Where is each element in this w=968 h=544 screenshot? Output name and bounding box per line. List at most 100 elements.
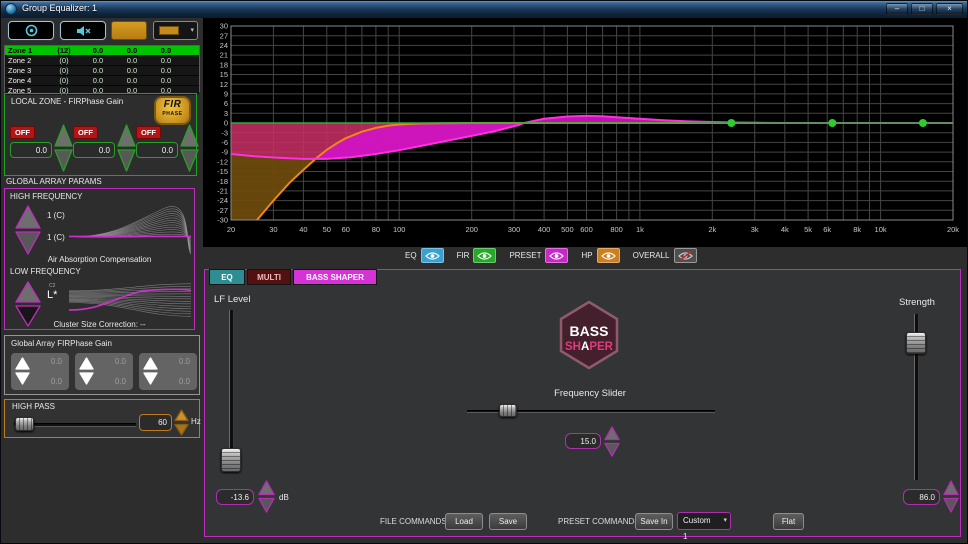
firphase-gain-box[interactable]: 0.0 0.0 <box>75 353 133 390</box>
hp-frequency-field[interactable]: 60 <box>139 414 172 431</box>
zone-count: (12) <box>47 46 81 55</box>
gain-spinner[interactable] <box>143 357 158 385</box>
lf-level-spinner[interactable] <box>258 480 275 513</box>
firphase-gain-box[interactable]: 0.0 0.0 <box>11 353 69 390</box>
gain-spinner[interactable] <box>79 357 94 385</box>
eq-visibility-button[interactable] <box>421 248 444 263</box>
frequency-slider-handle[interactable] <box>499 404 517 417</box>
badge-text: PHASE <box>156 111 189 117</box>
zone-name: Zone 2 <box>5 56 47 65</box>
firphase-gain-box[interactable]: 0.0 0.0 <box>139 353 197 390</box>
zone-value: 0.0 <box>149 66 183 75</box>
gain-top: 0.0 <box>179 357 190 366</box>
off-button[interactable]: OFF <box>10 126 35 139</box>
flat-button[interactable]: Flat <box>773 513 804 530</box>
zone-value: 0.0 <box>115 66 149 75</box>
toggle-label: EQ <box>405 251 417 260</box>
gain-value-field[interactable]: 0.0 <box>73 142 115 158</box>
gain-top: 0.0 <box>51 357 62 366</box>
svg-text:21: 21 <box>220 51 228 60</box>
preset-visibility-button[interactable] <box>545 248 568 263</box>
hf-caption: Air Absorption Compensation <box>5 255 194 264</box>
frequency-spinner[interactable] <box>604 426 620 457</box>
toggle-eq: EQ <box>405 248 444 263</box>
hp-spinner[interactable] <box>174 409 189 436</box>
standby-button[interactable] <box>8 21 54 40</box>
zone-row[interactable]: Zone 2 (0) 0.0 0.0 0.0 <box>5 55 199 65</box>
gain-spinner[interactable] <box>117 124 136 172</box>
svg-text:27: 27 <box>220 31 228 40</box>
gain-spinner[interactable] <box>180 124 199 172</box>
strength-handle[interactable] <box>906 332 926 354</box>
eye-icon <box>477 251 492 261</box>
zone-row[interactable]: Zone 4 (0) 0.0 0.0 0.0 <box>5 75 199 85</box>
toggle-preset: PRESET <box>509 248 568 263</box>
eq-curve-plot[interactable]: -30-27-24-21-18-15-12-9-6-30369121518212… <box>203 18 967 247</box>
gain-spinner[interactable] <box>54 124 73 172</box>
zone-value: 0.0 <box>81 46 115 55</box>
hp-slider-handle[interactable] <box>15 417 34 431</box>
svg-text:200: 200 <box>465 225 478 234</box>
record-circle-icon <box>25 24 38 37</box>
frequency-response-graph[interactable]: -30-27-24-21-18-15-12-9-6-30369121518212… <box>203 18 967 247</box>
titlebar[interactable]: Group Equalizer: 1 – □ × <box>1 1 968 18</box>
off-button[interactable]: OFF <box>136 126 161 139</box>
global-array-header: GLOBAL ARRAY PARAMS <box>6 177 102 186</box>
preset-select[interactable]: Custom 1 ▾ <box>677 512 731 530</box>
maximize-button[interactable]: □ <box>911 3 933 15</box>
lf-level-field[interactable]: -13.6 <box>216 489 254 505</box>
off-button[interactable]: OFF <box>73 126 98 139</box>
zone-name: Zone 1 <box>5 46 47 55</box>
close-button[interactable]: × <box>936 3 963 15</box>
gain-spinner[interactable] <box>15 357 30 385</box>
zone-value: 0.0 <box>149 46 183 55</box>
zone-color-button[interactable] <box>111 21 147 40</box>
hp-unit: Hz <box>191 417 201 426</box>
svg-text:20k: 20k <box>947 225 959 234</box>
save-in-button[interactable]: Save In <box>635 513 673 530</box>
frequency-field[interactable]: 15.0 <box>565 433 601 449</box>
hp-visibility-button[interactable] <box>597 248 620 263</box>
zone-row[interactable]: Zone 3 (0) 0.0 0.0 0.0 <box>5 65 199 75</box>
svg-text:80: 80 <box>372 225 380 234</box>
mute-button[interactable] <box>60 21 106 40</box>
zone-name: Zone 3 <box>5 66 47 75</box>
window-title: Group Equalizer: 1 <box>22 3 97 13</box>
save-button[interactable]: Save <box>489 513 527 530</box>
fir-visibility-button[interactable] <box>473 248 496 263</box>
lf-level-handle[interactable] <box>221 448 241 472</box>
firphase-badge: FIR PHASE <box>154 96 191 125</box>
lf-label: LOW FREQUENCY <box>10 267 81 276</box>
load-button[interactable]: Load <box>445 513 483 530</box>
svg-text:50: 50 <box>323 225 331 234</box>
overall-visibility-button[interactable] <box>674 248 697 263</box>
svg-text:0: 0 <box>224 119 228 128</box>
hf-spinner[interactable] <box>15 205 41 255</box>
lf-level-track[interactable] <box>229 310 234 468</box>
hf-label: HIGH FREQUENCY <box>10 192 82 201</box>
tab-eq[interactable]: EQ <box>209 269 245 285</box>
toggle-overall: OVERALL <box>633 248 697 263</box>
strength-field[interactable]: 86.0 <box>903 489 940 505</box>
toggle-label: PRESET <box>509 251 541 260</box>
zone-value: 0.0 <box>149 56 183 65</box>
lf-value: L* <box>47 289 57 301</box>
tab-bass-shaper[interactable]: BASS SHAPER <box>293 269 377 285</box>
preset-commands-label: PRESET COMMANDS <box>558 517 640 526</box>
zone-value: 0.0 <box>81 56 115 65</box>
strength-spinner[interactable] <box>943 480 959 513</box>
tab-multi[interactable]: MULTI <box>247 269 291 285</box>
svg-text:-3: -3 <box>221 128 228 137</box>
gain-top: 0.0 <box>115 357 126 366</box>
svg-text:-24: -24 <box>217 196 228 205</box>
hf-value-bottom: 1 (C) <box>47 233 65 242</box>
cluster-size-graph <box>69 279 191 321</box>
zone-value: 0.0 <box>81 76 115 85</box>
minimize-button[interactable]: – <box>886 3 908 15</box>
svg-text:SHAPER: SHAPER <box>565 341 614 353</box>
svg-text:10k: 10k <box>875 225 887 234</box>
gain-value-field[interactable]: 0.0 <box>136 142 178 158</box>
color-select[interactable]: ▾ <box>153 21 198 40</box>
gain-value-field[interactable]: 0.0 <box>10 142 52 158</box>
zone-row[interactable]: Zone 1 (12) 0.0 0.0 0.0 <box>5 46 199 55</box>
